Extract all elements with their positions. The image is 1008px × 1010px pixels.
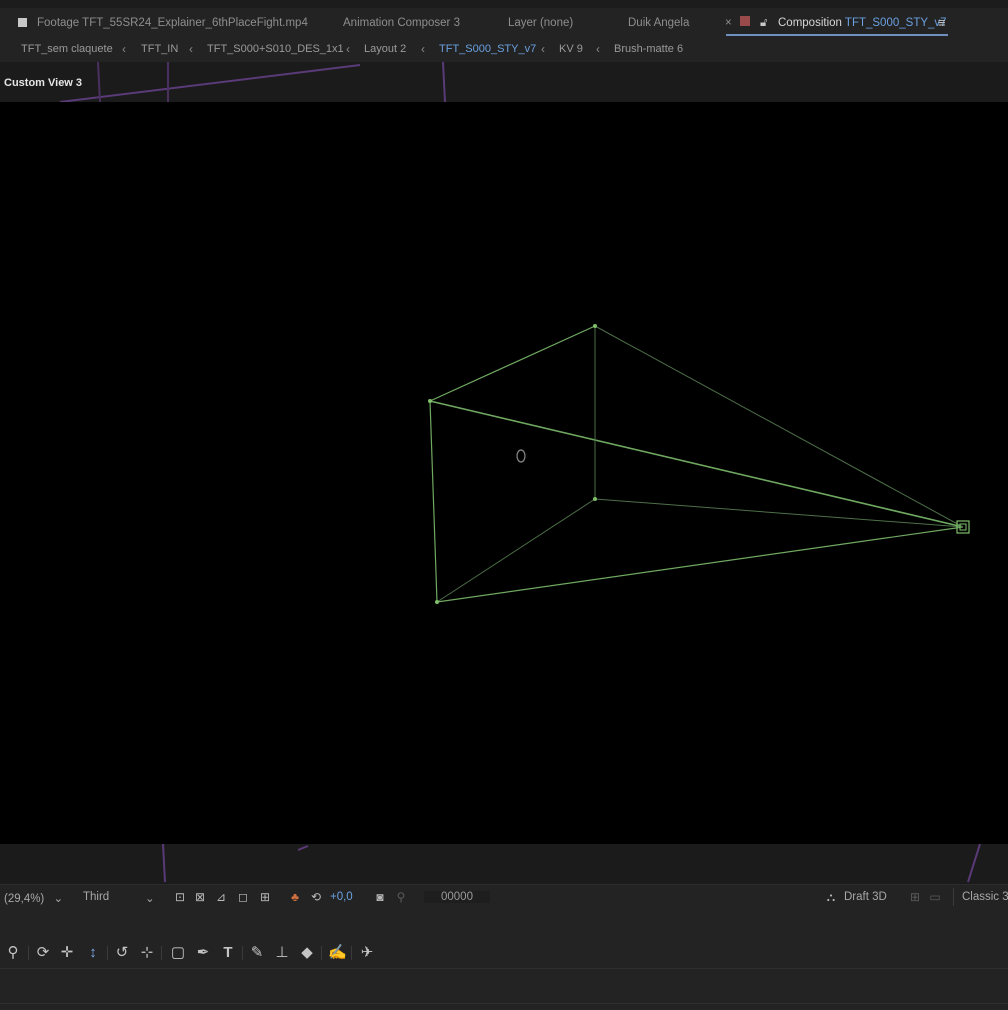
composition-navigator: TFT_sem claquete ‹ TFT_IN ‹ TFT_S000+S01… [0,38,1008,62]
camera-wireframe [428,324,970,604]
chevron-left-icon: ‹ [541,42,545,56]
chevron-left-icon: ‹ [189,42,193,56]
fast-preview-icon[interactable]: ⊡ [173,890,187,904]
snapshot-icon[interactable]: ◙ [373,890,387,904]
orbit-tool-icon[interactable]: ⟳ [34,944,52,962]
view-label: Custom View 3 [4,77,83,89]
frustum-vertex [435,600,439,604]
close-icon[interactable]: × [725,17,732,29]
chevron-left-icon: ‹ [596,42,600,56]
top-strip [0,0,1008,8]
region-of-interest-icon[interactable]: ◻ [236,890,250,904]
tools-bar: ⚲ ⟳ ✛ ↕ ↺ ⊹ ▢ ✒ T ✎ ⊥ ◆ ✍ ✈ [0,942,400,966]
chevron-left-icon: ‹ [346,42,350,56]
breadcrumb-item-active[interactable]: TFT_S000_STY_v7 [439,43,536,55]
lock-icon[interactable]: 🔓︎ [760,17,767,30]
renderer-dropdown[interactable]: Classic 3D [962,891,1008,903]
frustum-edge [429,400,964,528]
panel-menu-icon[interactable]: ≡ [938,15,946,30]
grid-guides-icon[interactable]: ⊞ [258,890,272,904]
breadcrumb-item[interactable]: KV 9 [559,43,583,55]
active-tab-underline [726,34,948,36]
eraser-tool-icon[interactable]: ◆ [298,944,316,962]
brush-tool-icon[interactable]: ✎ [248,944,266,962]
show-snapshot-icon[interactable]: ⚲ [394,890,408,904]
zoom-tool-icon[interactable]: ⚲ [4,944,22,962]
frustum-edge [429,325,596,402]
move-tool-icon[interactable]: ✛ [58,944,76,962]
exposure-value[interactable]: +0,0 [330,891,353,903]
divider [953,888,954,906]
extended-viewer-icon[interactable]: ⊞ [908,890,922,904]
frustum-edge [594,498,964,528]
viewer-control-bar: (29,4%) ⌄ Third ⌄ ⊡ ⊠ ⊿ ◻ ⊞ ♣ ⟲ +0,0 ◙ ⚲ … [0,884,1008,911]
type-tool-icon[interactable]: T [219,944,237,962]
composition-viewport[interactable] [0,102,1008,844]
frustum-edge [429,400,438,603]
tab-animation-composer[interactable]: Animation Composer 3 [343,17,460,29]
chevron-left-icon: ‹ [421,42,425,56]
breadcrumb-item[interactable]: TFT_IN [141,43,178,55]
tab-duik[interactable]: Duik Angela [628,17,689,29]
timecode-field[interactable]: 00000 [424,891,490,903]
pen-tool-icon[interactable]: ✒ [194,944,212,962]
pasteboard-guides [59,62,446,102]
draft-3d-icon[interactable]: ⛬ [824,890,838,904]
divider [0,968,1008,969]
pasteboard-bottom [0,844,1008,884]
mask-visibility-icon[interactable]: ⊿ [214,890,228,904]
frustum-vertex [428,399,432,403]
tab-footage[interactable]: Footage TFT_55SR24_Explainer_6thPlaceFig… [18,17,308,29]
chevron-down-icon: ⌄ [53,893,64,905]
magnification-dropdown[interactable]: (29,4%) ⌄ [4,891,63,905]
tab-layer[interactable]: Layer (none) [508,17,573,29]
breadcrumb-item[interactable]: Layout 2 [364,43,406,55]
transparency-grid-icon[interactable]: ⊠ [193,890,207,904]
dolly-tool-icon[interactable]: ↕ [84,944,102,962]
reset-exposure-icon[interactable]: ⟲ [309,890,323,904]
pasteboard-guides [162,844,981,883]
channel-icon[interactable]: ♣ [288,890,302,904]
composition-color-icon [740,16,750,29]
3d-ground-plane-icon[interactable]: ▭ [928,890,942,904]
breadcrumb-item[interactable]: TFT_sem claquete [21,43,113,55]
frustum-vertex [593,324,597,328]
frustum-edge [436,498,596,603]
roto-brush-tool-icon[interactable]: ✍ [328,944,347,962]
frustum-edge [436,526,964,603]
layer-anchor-icon [516,449,526,463]
clone-stamp-tool-icon[interactable]: ⊥ [273,944,291,962]
rotate-tool-icon[interactable]: ↺ [113,944,131,962]
breadcrumb-item[interactable]: TFT_S000+S010_DES_1x1 [207,43,344,55]
breadcrumb-item[interactable]: Brush-matte 6 [614,43,683,55]
tab-composition[interactable]: Composition TFT_S000_STY_v7 [778,17,947,29]
pasteboard-top [0,62,1008,102]
resolution-dropdown[interactable]: Third ⌄ [83,891,157,905]
footage-icon [18,18,27,27]
anchor-tool-icon[interactable]: ⊹ [138,944,156,962]
divider [0,1003,1008,1004]
frustum-edge [594,325,964,528]
chevron-down-icon: ⌄ [145,893,155,905]
chevron-left-icon: ‹ [122,42,126,56]
frustum-vertex [593,497,597,501]
rectangle-tool-icon[interactable]: ▢ [169,944,187,962]
draft-3d-toggle[interactable]: Draft 3D [844,891,887,903]
puppet-pin-tool-icon[interactable]: ✈ [358,944,376,962]
